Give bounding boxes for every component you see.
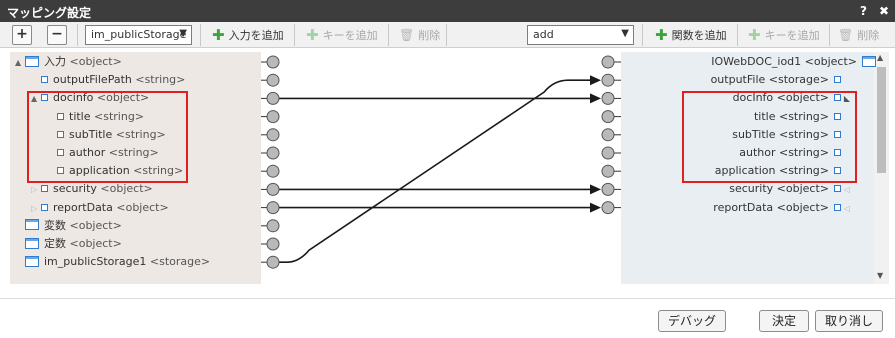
target-port-node[interactable] <box>601 73 615 87</box>
source-port-node[interactable] <box>266 110 280 124</box>
target-port-node[interactable] <box>601 201 615 215</box>
dialog-footer: デバッグ 決定 取り消し <box>0 298 895 338</box>
target-port-node[interactable] <box>601 91 615 105</box>
mapping-connection <box>279 79 590 263</box>
arrow-head-icon <box>590 93 601 104</box>
source-port-node[interactable] <box>266 201 280 215</box>
mapping-lines <box>261 55 621 269</box>
target-port-node[interactable] <box>601 164 615 178</box>
debug-button[interactable]: デバッグ <box>658 310 726 332</box>
target-port-node[interactable] <box>601 55 615 69</box>
source-port-node[interactable] <box>266 55 280 69</box>
target-port-node[interactable] <box>601 146 615 160</box>
source-port-node[interactable] <box>266 255 280 269</box>
source-port-node[interactable] <box>266 91 280 105</box>
source-port-node[interactable] <box>266 164 280 178</box>
source-port-node[interactable] <box>266 146 280 160</box>
source-port-node[interactable] <box>266 128 280 142</box>
source-port-node[interactable] <box>266 73 280 87</box>
arrow-head-icon <box>590 184 601 195</box>
ok-button[interactable]: 決定 <box>759 310 809 332</box>
target-port-node[interactable] <box>601 182 615 196</box>
source-port-node[interactable] <box>266 219 280 233</box>
arrow-head-icon <box>590 202 601 213</box>
arrow-head-icon <box>590 75 601 86</box>
target-port-node[interactable] <box>601 128 615 142</box>
source-port-node[interactable] <box>266 237 280 251</box>
cancel-button[interactable]: 取り消し <box>815 310 883 332</box>
target-port-node[interactable] <box>601 110 615 124</box>
source-port-node[interactable] <box>266 182 280 196</box>
